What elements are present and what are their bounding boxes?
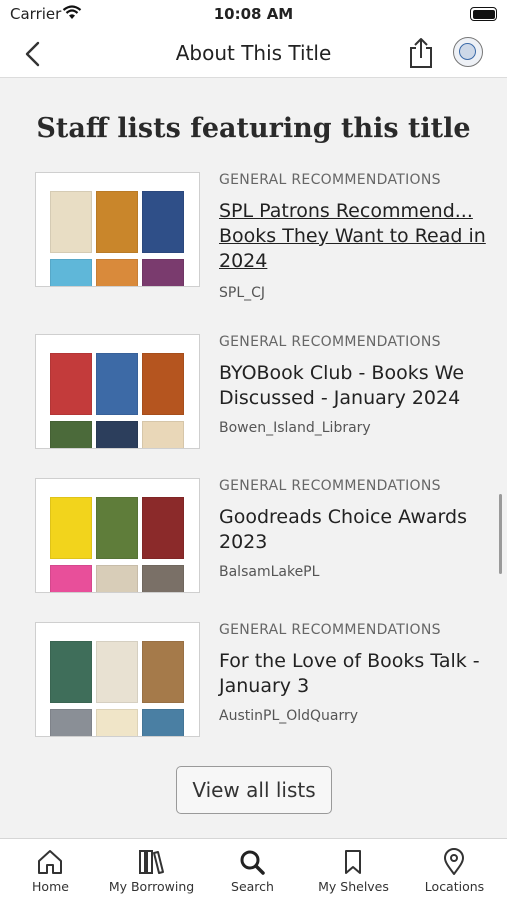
tab-label: Home [32,879,69,894]
tab-label: Locations [424,879,485,894]
list-author: Bowen_Island_Library [219,420,371,436]
navigation-bar: About This Title [0,30,507,78]
tab-label: My Borrowing [108,879,195,894]
list-title-link[interactable]: SPL Patrons Recommend... Books They Want… [219,199,489,274]
section-heading: Staff lists featuring this title [36,113,471,144]
list-category: GENERAL RECOMMENDATIONS [219,622,441,638]
list-category: GENERAL RECOMMENDATIONS [219,334,441,350]
staff-list-item[interactable]: GENERAL RECOMMENDATIONS SPL Patrons Reco… [0,172,507,301]
location-pin-icon [440,848,468,876]
list-category: GENERAL RECOMMENDATIONS [219,172,441,188]
list-cover-collage [35,172,200,287]
tab-home[interactable]: Home [0,839,101,900]
list-cover-collage [35,478,200,593]
status-time: 10:08 AM [213,5,294,23]
scrollbar-thumb[interactable] [499,494,502,574]
view-all-lists-button[interactable]: View all lists [176,766,332,814]
list-author: SPL_CJ [219,285,266,301]
library-logo-icon[interactable] [453,37,483,67]
tab-label: Search [231,879,274,894]
list-title[interactable]: Goodreads Choice Awards 2023 [219,505,489,555]
home-icon [36,848,64,876]
list-author: AustinPL_OldQuarry [219,708,359,724]
tab-locations[interactable]: Locations [404,839,505,900]
list-author: BalsamLakePL [219,564,320,580]
list-cover-collage [35,622,200,737]
list-title[interactable]: BYOBook Club - Books We Discussed - Janu… [219,361,489,411]
list-category: GENERAL RECOMMENDATIONS [219,478,441,494]
tab-my-shelves[interactable]: My Shelves [303,839,404,900]
share-icon[interactable] [406,37,436,69]
books-icon [137,848,165,876]
tab-my-borrowing[interactable]: My Borrowing [101,839,202,900]
list-cover-collage [35,334,200,449]
staff-list-item[interactable]: GENERAL RECOMMENDATIONS For the Love of … [0,622,507,742]
list-title[interactable]: For the Love of Books Talk - January 3 [219,649,489,699]
tab-bar: Home My Borrowing Search My Shelves Loca… [0,838,507,900]
search-icon [238,848,266,876]
status-bar: Carrier 10:08 AM [0,0,507,30]
tab-search[interactable]: Search [202,839,303,900]
battery-icon [470,7,497,21]
tab-label: My Shelves [318,879,389,894]
bookmark-icon [339,848,367,876]
staff-list-item[interactable]: GENERAL RECOMMENDATIONS BYOBook Club - B… [0,334,507,454]
staff-list-item[interactable]: GENERAL RECOMMENDATIONS Goodreads Choice… [0,478,507,598]
